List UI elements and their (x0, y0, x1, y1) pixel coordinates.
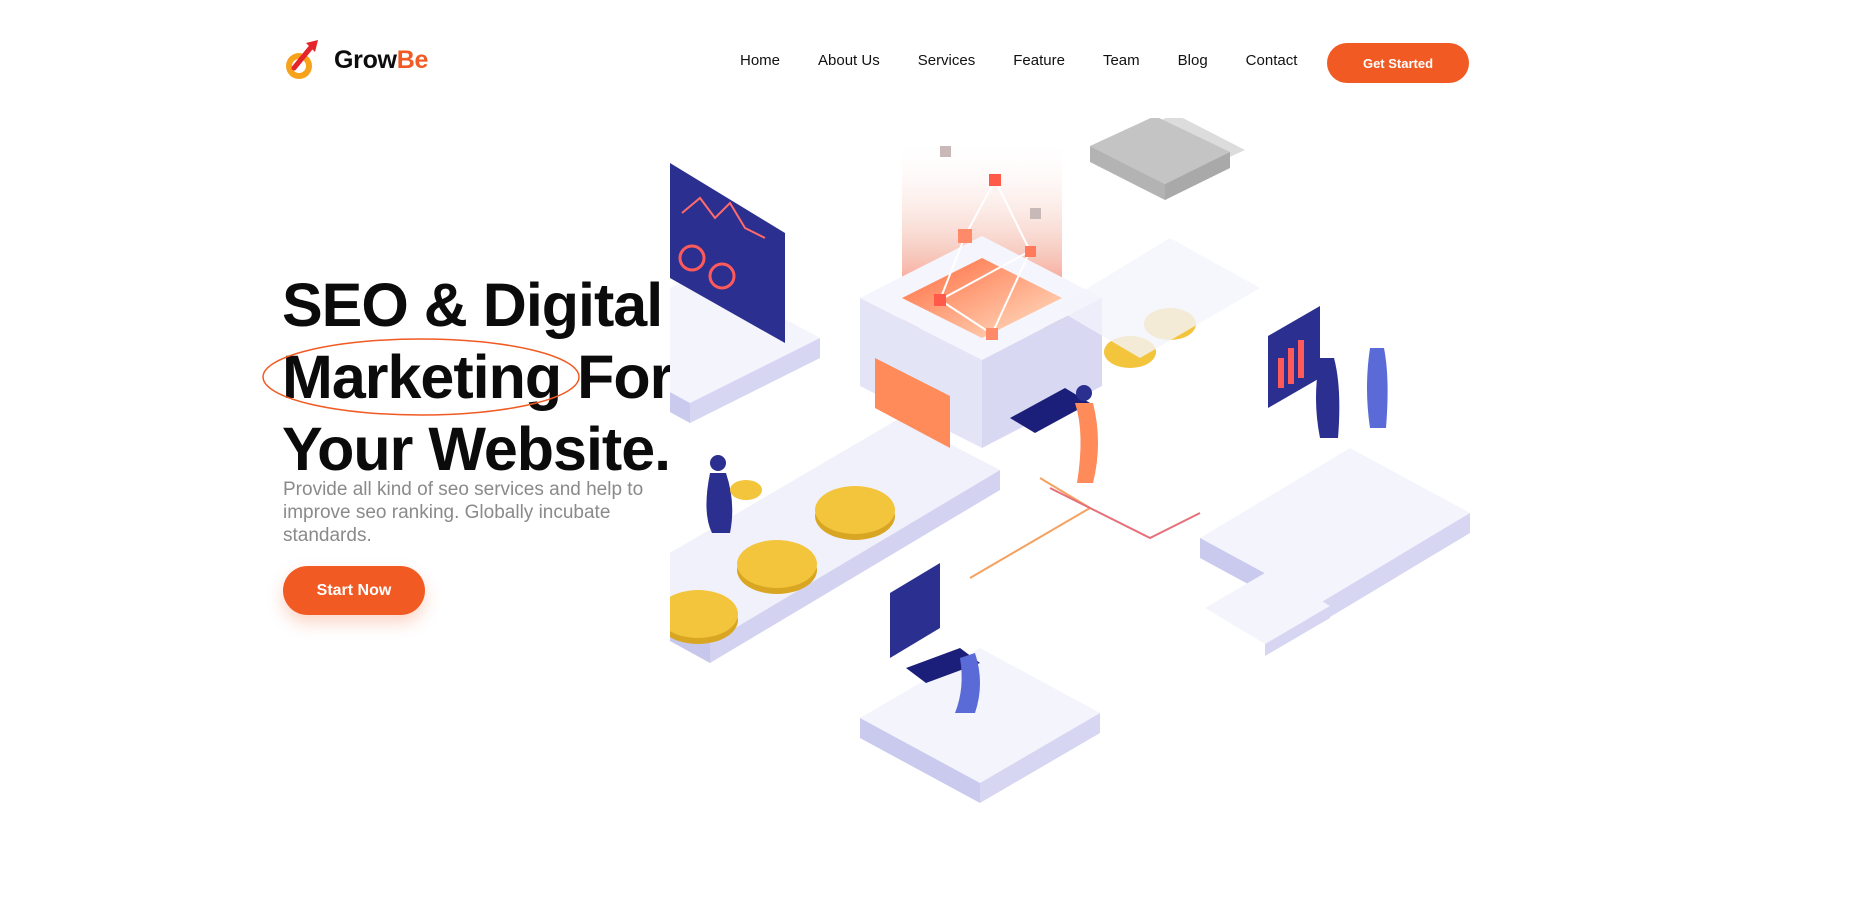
nav-item-team[interactable]: Team (1103, 52, 1140, 69)
site-header: GrowBe Home About Us Services Feature Te… (0, 0, 1861, 110)
grey-floating-block (1090, 118, 1245, 200)
brand-name-part2: Be (396, 45, 429, 74)
nav-item-feature[interactable]: Feature (1013, 52, 1065, 69)
platform-workstation (860, 563, 1100, 803)
nav-item-about[interactable]: About Us (818, 52, 880, 69)
hero-title-highlight: Marketing (282, 342, 562, 411)
rocket-arrow-icon (286, 40, 318, 79)
highlight-wrap: Marketing (262, 338, 580, 416)
nav-item-blog[interactable]: Blog (1178, 52, 1208, 69)
isometric-seo-illustration (670, 118, 1470, 803)
nav-item-services[interactable]: Services (918, 52, 976, 69)
hero-subtitle: Provide all kind of seo services and hel… (283, 479, 644, 546)
wires (969, 477, 1201, 579)
logo[interactable]: GrowBe (282, 38, 428, 82)
platform-analytics (1200, 306, 1470, 623)
nav-item-home[interactable]: Home (740, 52, 780, 69)
main-nav: Home About Us Services Feature Team Blog… (740, 52, 1335, 69)
get-started-button[interactable]: Get Started (1327, 43, 1469, 83)
hero-title-line2-rest: For (577, 342, 673, 411)
platform-dashboard (670, 163, 820, 423)
brand-name-part1: Grow (334, 45, 397, 74)
brand-name: GrowBe (334, 46, 428, 75)
start-now-button[interactable]: Start Now (283, 566, 425, 615)
nav-item-contact[interactable]: Contact (1246, 52, 1298, 69)
